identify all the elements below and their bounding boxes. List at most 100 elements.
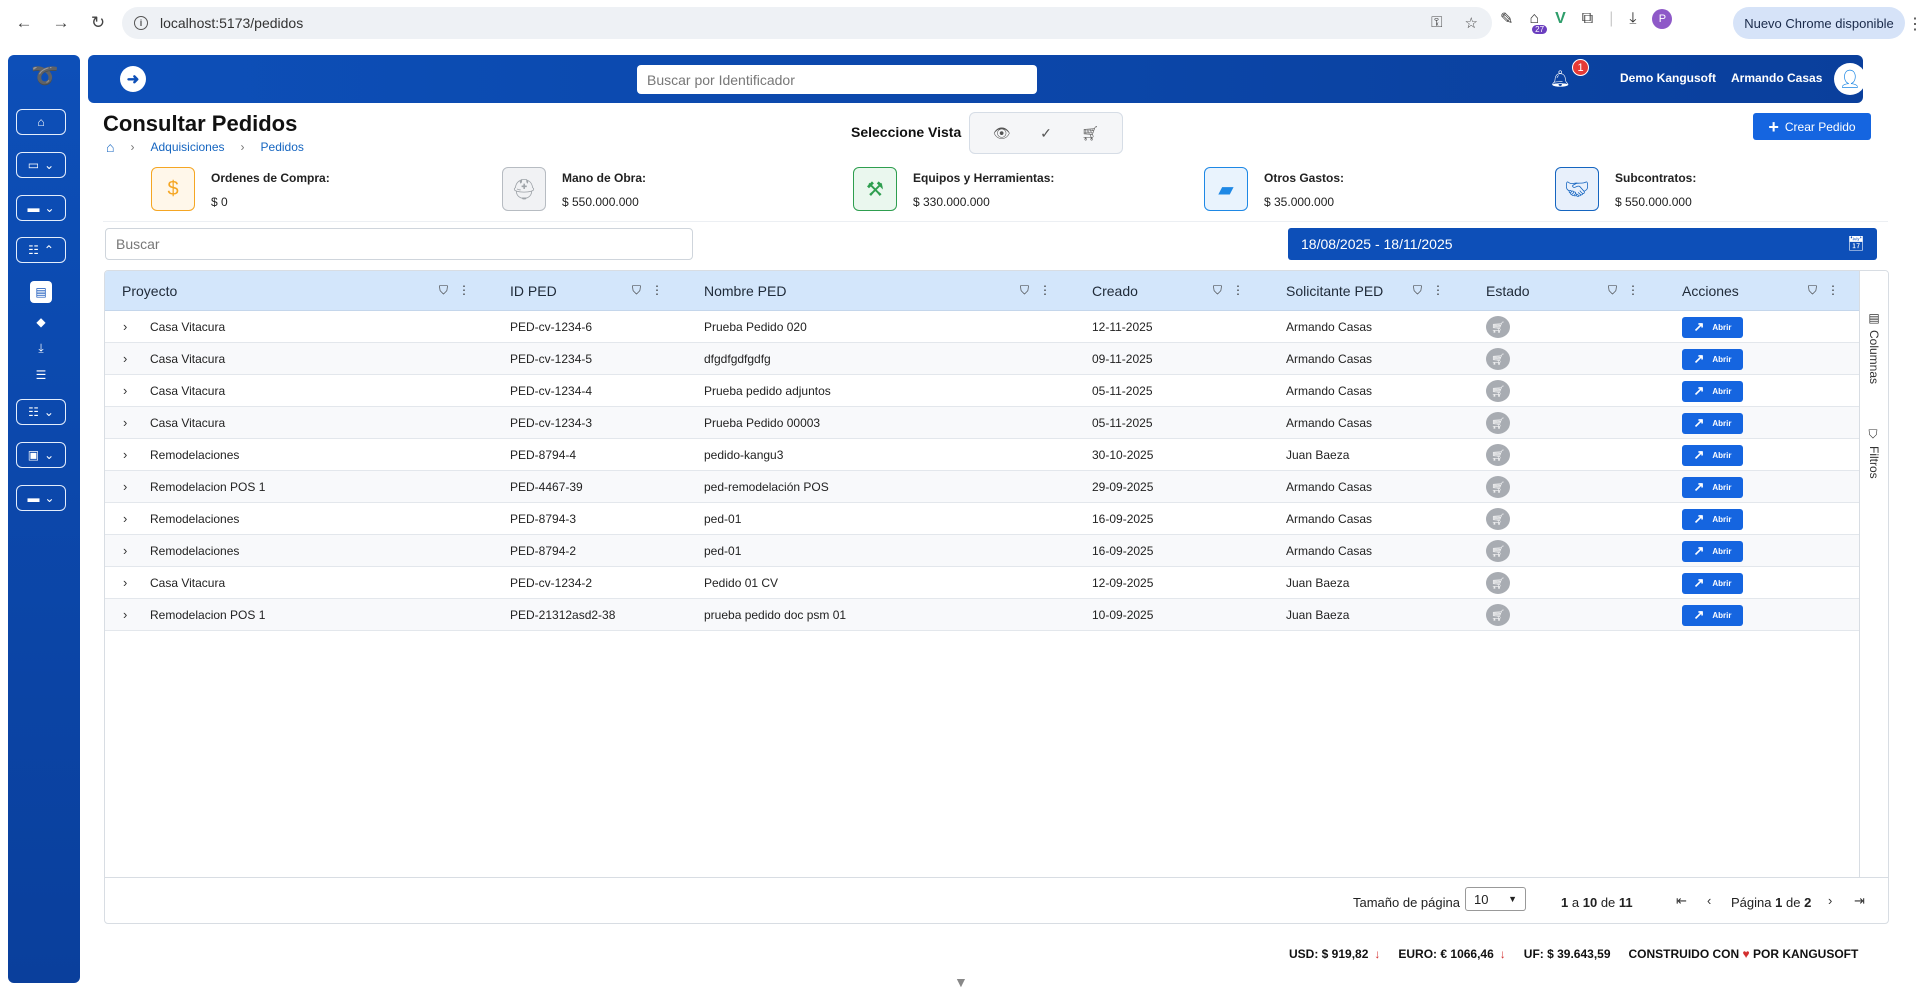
puzzle-icon[interactable]: ⧉: [1582, 10, 1593, 28]
reload-icon[interactable]: ↻: [84, 9, 112, 37]
chevron-right-icon[interactable]: ›: [123, 511, 127, 526]
table-row[interactable]: › Remodelacion POS 1 PED-4467-39 ped-remode…: [105, 471, 1859, 503]
table-row[interactable]: › Remodelaciones PED-8794-3 ped-01 16-09-202…: [105, 503, 1859, 535]
chevron-right-icon[interactable]: ›: [123, 383, 127, 398]
eyedropper-icon[interactable]: ✎: [1500, 9, 1513, 29]
extension-home-icon[interactable]: ⌂ 27: [1529, 10, 1548, 34]
chevron-right-icon[interactable]: ›: [123, 415, 127, 430]
sidebar-item-folder-2[interactable]: ▬ ⌄: [16, 485, 66, 511]
logo-icon[interactable]: ➰: [30, 63, 60, 88]
home-icon[interactable]: ⌂: [106, 139, 114, 155]
home-icon[interactable]: ⌂: [16, 109, 66, 135]
column-menu-icon[interactable]: ⋮: [1039, 283, 1051, 298]
column-menu-icon[interactable]: ⋮: [1432, 283, 1444, 298]
breadcrumb-adquisiciones[interactable]: Adquisiciones: [150, 140, 224, 154]
table-row[interactable]: › Casa Vitacura PED-cv-1234-3 Prueba Pedido…: [105, 407, 1859, 439]
arrow-right-icon[interactable]: ➜: [120, 66, 146, 92]
vue-icon[interactable]: V: [1555, 10, 1566, 28]
table-row[interactable]: › Remodelacion POS 1 PED-21312asd2-38 prueb…: [105, 599, 1859, 631]
open-button[interactable]: ↗ Abrir: [1682, 572, 1743, 594]
sidebar-item-adquisiciones[interactable]: ☷ ⌃: [16, 237, 66, 263]
chevron-right-icon[interactable]: ›: [123, 479, 127, 494]
download-tray-icon[interactable]: ⤓: [30, 337, 52, 359]
id-search-input[interactable]: [637, 65, 1037, 94]
profile-avatar[interactable]: P: [1652, 9, 1673, 29]
list-settings-icon[interactable]: ☰: [30, 364, 52, 386]
tag-icon[interactable]: ◆: [30, 311, 52, 333]
filter-icon[interactable]: ⛉: [1020, 283, 1029, 298]
chrome-update-button[interactable]: Nuevo Chrome disponible: [1733, 7, 1905, 39]
company-name[interactable]: Demo Kangusoft: [1620, 71, 1716, 85]
chevron-right-icon[interactable]: ›: [123, 607, 127, 622]
download-icon[interactable]: ⤓: [1629, 10, 1636, 28]
breadcrumb-pedidos[interactable]: Pedidos: [261, 140, 304, 154]
table-row[interactable]: › Casa Vitacura PED-cv-1234-4 Prueba pedido…: [105, 375, 1859, 407]
open-button[interactable]: ↗ Abrir: [1682, 476, 1743, 498]
next-page-icon[interactable]: ›: [1828, 893, 1832, 908]
column-header-proyecto[interactable]: Proyecto: [122, 271, 177, 311]
date-range-picker[interactable]: 18/08/2025 - 18/11/2025 📅︎: [1288, 228, 1877, 260]
key-icon[interactable]: ⚿: [1431, 14, 1442, 32]
first-page-icon[interactable]: ⇤: [1676, 893, 1687, 909]
tab-columnas[interactable]: ▤ Columnas: [1867, 311, 1881, 384]
filter-icon[interactable]: ⛉: [632, 283, 641, 298]
column-header-creado[interactable]: Creado: [1092, 271, 1138, 311]
filter-icon[interactable]: ⛉: [1413, 283, 1422, 298]
address-bar[interactable]: i localhost:5173/pedidos ⚿ ☆: [122, 7, 1492, 39]
sidebar-item-folder[interactable]: ▬ ⌄: [16, 195, 66, 221]
calendar-icon[interactable]: 📅︎: [1847, 235, 1865, 252]
column-menu-icon[interactable]: ⋮: [1827, 283, 1839, 298]
table-row[interactable]: › Casa Vitacura PED-cv-1234-2 Pedido 01 CV 1…: [105, 567, 1859, 599]
filter-icon[interactable]: ⛉: [1213, 283, 1222, 298]
tab-filtros[interactable]: ⛉ Filtros: [1867, 429, 1881, 479]
filter-icon[interactable]: ⛉: [439, 283, 448, 298]
user-avatar-icon[interactable]: 👤︎: [1834, 63, 1866, 95]
prev-page-icon[interactable]: ‹: [1707, 893, 1711, 908]
filter-icon[interactable]: ⛉: [1608, 283, 1617, 298]
chevron-right-icon[interactable]: ›: [123, 319, 127, 334]
open-button[interactable]: ↗ Abrir: [1682, 380, 1743, 402]
column-menu-icon[interactable]: ⋮: [1627, 283, 1639, 298]
column-header-acciones[interactable]: Acciones: [1682, 271, 1739, 311]
eye-icon[interactable]: 👁︎: [993, 125, 1011, 142]
document-icon[interactable]: ▤: [30, 281, 52, 303]
page-size-select[interactable]: 10 ▼: [1465, 887, 1526, 911]
open-button[interactable]: ↗ Abrir: [1682, 444, 1743, 466]
open-button[interactable]: ↗ Abrir: [1682, 540, 1743, 562]
column-menu-icon[interactable]: ⋮: [458, 283, 470, 298]
table-row[interactable]: › Remodelaciones PED-8794-2 ped-01 16-09-202…: [105, 535, 1859, 567]
open-button[interactable]: ↗ Abrir: [1682, 348, 1743, 370]
sidebar-item-money[interactable]: ▣ ⌄: [16, 442, 66, 468]
bell-icon[interactable]: 🔔︎: [1550, 69, 1570, 89]
table-row[interactable]: › Remodelaciones PED-8794-4 pedido-kangu3 30…: [105, 439, 1859, 471]
open-button[interactable]: ↗ Abrir: [1682, 412, 1743, 434]
chevron-right-icon[interactable]: ›: [123, 543, 127, 558]
check-circle-icon[interactable]: ✓: [1040, 125, 1052, 142]
table-row[interactable]: › Casa Vitacura PED-cv-1234-5 dfgdfgdfgdfg 0…: [105, 343, 1859, 375]
star-icon[interactable]: ☆: [1465, 14, 1478, 32]
table-search-input[interactable]: [105, 228, 693, 260]
forward-arrow-icon[interactable]: →: [47, 9, 75, 37]
chevron-right-icon[interactable]: ›: [123, 447, 127, 462]
sidebar-item-structure[interactable]: ☷ ⌄: [16, 399, 66, 425]
chevron-right-icon[interactable]: ›: [123, 575, 127, 590]
site-info-icon[interactable]: i: [134, 16, 148, 30]
column-header-id[interactable]: ID PED: [510, 271, 557, 311]
table-row[interactable]: › Casa Vitacura PED-cv-1234-6 Prueba Pedido…: [105, 311, 1859, 343]
open-button[interactable]: ↗ Abrir: [1682, 508, 1743, 530]
sidebar-item-monitor[interactable]: ▭ ⌄: [16, 152, 66, 178]
column-header-nombre[interactable]: Nombre PED: [704, 271, 786, 311]
open-button[interactable]: ↗ Abrir: [1682, 604, 1743, 626]
cart-icon[interactable]: 🛒︎: [1081, 125, 1099, 142]
scroll-caret-icon[interactable]: ▼: [954, 974, 968, 990]
create-order-button[interactable]: + Crear Pedido: [1753, 113, 1871, 140]
user-name[interactable]: Armando Casas: [1731, 71, 1822, 85]
back-arrow-icon[interactable]: ←: [10, 9, 38, 37]
last-page-icon[interactable]: ⇥: [1854, 893, 1865, 909]
column-menu-icon[interactable]: ⋮: [1232, 283, 1244, 298]
filter-icon[interactable]: ⛉: [1808, 283, 1817, 298]
open-button[interactable]: ↗ Abrir: [1682, 316, 1743, 338]
chevron-right-icon[interactable]: ›: [123, 351, 127, 366]
column-header-estado[interactable]: Estado: [1486, 271, 1530, 311]
kebab-menu-icon[interactable]: ⋮: [1907, 14, 1920, 34]
